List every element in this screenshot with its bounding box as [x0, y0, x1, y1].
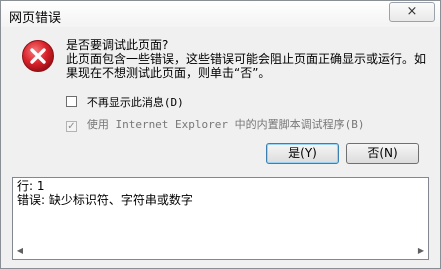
error-message: 错误: 缺少标识符、字符串或数字 — [17, 193, 193, 207]
checkmark-icon: ✓ — [67, 121, 76, 132]
dont-show-again-checkbox[interactable] — [66, 96, 77, 107]
use-builtin-debugger-label: 使用 Internet Explorer 中的内置脚本调试程序(B) — [86, 118, 365, 131]
error-dialog-window: 网页错误 × 是否要调试此页面? 此页面包含一些错误，这些错误可能会阻止页面正确… — [0, 0, 441, 269]
window-title: 网页错误 — [9, 11, 62, 26]
use-builtin-debugger-checkbox: ✓ — [66, 121, 77, 132]
error-icon — [22, 40, 54, 72]
dialog-heading: 是否要调试此页面? — [66, 38, 169, 52]
dont-show-again-option[interactable]: 不再显示此消息(D) — [66, 95, 184, 110]
close-icon: × — [406, 4, 418, 19]
error-details-box[interactable]: 行: 1 错误: 缺少标识符、字符串或数字 ◀ ▶ — [12, 177, 429, 260]
yes-button[interactable]: 是(Y) — [266, 143, 339, 164]
error-line: 行: 1 — [17, 179, 45, 193]
title-bar[interactable]: 网页错误 × — [1, 1, 440, 27]
scroll-right-icon[interactable]: ▶ — [415, 245, 427, 257]
close-button[interactable]: × — [389, 2, 435, 22]
use-builtin-debugger-option: ✓ 使用 Internet Explorer 中的内置脚本调试程序(B) — [66, 117, 365, 132]
dont-show-again-label[interactable]: 不再显示此消息(D) — [87, 96, 184, 109]
dialog-body: 是否要调试此页面? 此页面包含一些错误，这些错误可能会阻止页面正确显示或运行。如… — [7, 27, 434, 263]
no-button[interactable]: 否(N) — [346, 143, 419, 164]
scroll-left-icon[interactable]: ◀ — [14, 245, 26, 257]
dialog-description: 此页面包含一些错误，这些错误可能会阻止页面正确显示或运行。如果现在不想测试此页面… — [66, 52, 427, 80]
error-details-text: 行: 1 错误: 缺少标识符、字符串或数字 — [17, 179, 193, 207]
